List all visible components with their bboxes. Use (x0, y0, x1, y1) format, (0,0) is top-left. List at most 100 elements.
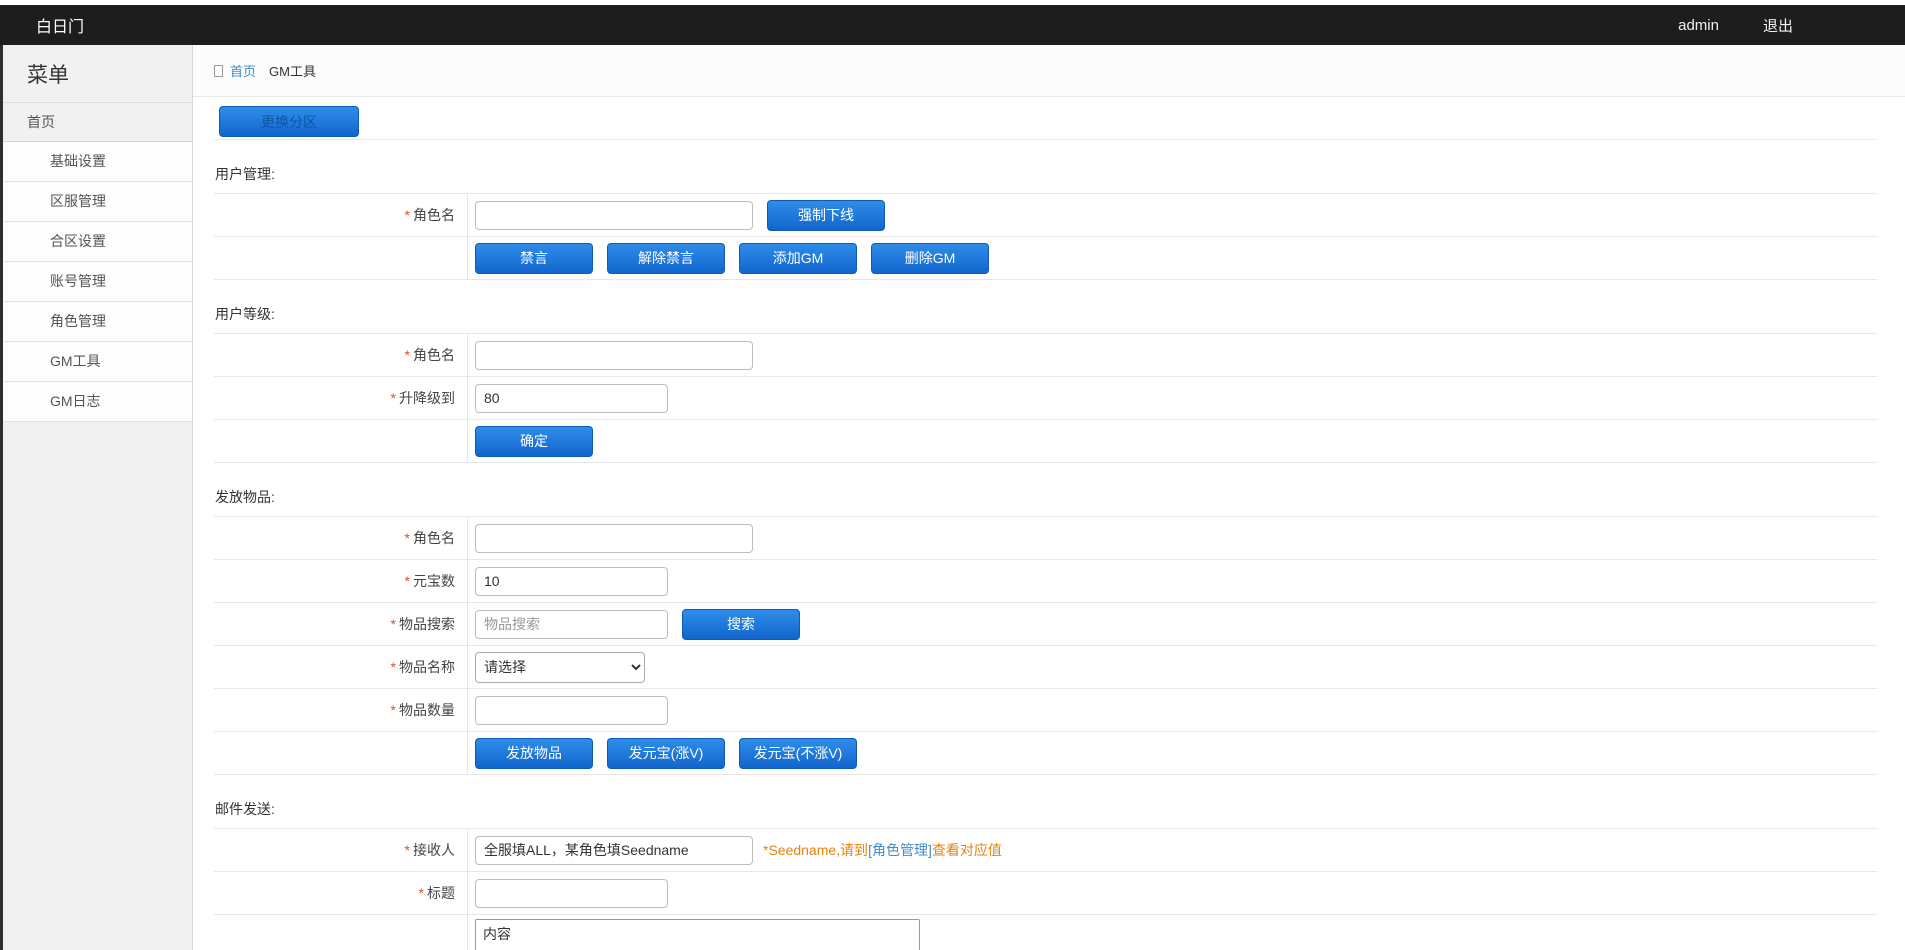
sidebar-items: 基础设置区服管理合区设置账号管理角色管理GM工具GM日志 (3, 142, 192, 422)
form-row: *角色名 (214, 334, 1877, 377)
breadcrumb-current: GM工具 (269, 61, 316, 80)
sidebar-item-home[interactable]: 首页 (3, 102, 192, 142)
required-asterisk: * (405, 842, 410, 858)
sidebar-item-basic-settings[interactable]: 基础设置 (3, 142, 192, 182)
item-quantity-input[interactable] (475, 696, 668, 725)
seedname-hint: *Seedname,请到[角色管理]查看对应值 (763, 840, 1002, 860)
topbar: 白日门 admin 退出 (0, 5, 1905, 45)
force-offline-button[interactable]: 强制下线 (767, 200, 885, 231)
section-title-mail-send: 邮件发送: (215, 799, 1877, 819)
section-user-management: 用户管理: *角色名 强制下线禁言解除禁言添加GM 删除GM (214, 164, 1877, 280)
mute-button[interactable]: 禁言 (475, 243, 593, 274)
required-asterisk: * (405, 207, 410, 223)
field-content (468, 689, 1877, 731)
content-area: 更换分区 用户管理: *角色名 强制下线禁言解除禁言添加GM 删除GM 用户等级: *角色… (193, 97, 1905, 950)
field-label (214, 915, 468, 950)
field-label: *物品名称 (214, 646, 468, 688)
sidebar-item-account-management[interactable]: 账号管理 (3, 262, 192, 302)
form-row: *物品数量 (214, 689, 1877, 732)
field-content (468, 915, 1877, 950)
topbar-right: admin 退出 (1678, 15, 1905, 36)
field-content: *Seedname,请到[角色管理]查看对应值 (468, 829, 1877, 871)
required-asterisk: * (405, 530, 410, 546)
sidebar-item-merge-settings[interactable]: 合区设置 (3, 222, 192, 262)
mail-content-textarea[interactable] (475, 919, 920, 950)
form-row: *升降级到 (214, 377, 1877, 420)
add-gm-button[interactable]: 添加GM (739, 243, 857, 274)
form-row: *角色名 (214, 517, 1877, 560)
field-content: 搜索 (468, 603, 1877, 645)
section-title-user-level: 用户等级: (215, 304, 1877, 324)
sidebar-item-role-management[interactable]: 角色管理 (3, 302, 192, 342)
mail-recipient-input[interactable] (475, 836, 753, 865)
field-label: *物品数量 (214, 689, 468, 731)
form-row: 发放物品发元宝(涨V) 发元宝(不涨V) (214, 732, 1877, 775)
required-asterisk: * (419, 885, 424, 901)
required-asterisk: * (391, 659, 396, 675)
field-content: 强制下线 (468, 194, 1877, 236)
field-content (468, 517, 1877, 559)
form-row: *角色名 强制下线 (214, 194, 1877, 237)
ban-role-name-input[interactable] (475, 201, 753, 230)
search-button[interactable]: 搜索 (682, 609, 800, 640)
field-label: *接收人 (214, 829, 468, 871)
field-content: 请选择 (468, 646, 1877, 688)
item-name-select[interactable]: 请选择 (475, 652, 645, 683)
field-label: *角色名 (214, 194, 468, 236)
toolbar: 更换分区 (214, 106, 1877, 140)
page: 白日门 admin 退出 菜单 首页 基础设置区服管理合区设置账号管理角色管理G… (0, 0, 1905, 950)
section-user-level: 用户等级: *角色名*升降级到确定 (214, 304, 1877, 463)
item-search-input[interactable] (475, 610, 668, 639)
sidebar-item-zone-management[interactable]: 区服管理 (3, 182, 192, 222)
target-level-input[interactable] (475, 384, 668, 413)
field-label: *角色名 (214, 334, 468, 376)
section-title-user-management: 用户管理: (215, 164, 1877, 184)
field-label: *角色名 (214, 517, 468, 559)
topbar-username[interactable]: admin (1678, 17, 1719, 34)
field-label (214, 237, 468, 279)
mail-title-input[interactable] (475, 879, 668, 908)
unmute-button[interactable]: 解除禁言 (607, 243, 725, 274)
delete-gm-button[interactable]: 删除GM (871, 243, 989, 274)
confirm-level-button[interactable]: 确定 (475, 426, 593, 457)
grant-yuanbao-novip-button[interactable]: 发元宝(不涨V) (739, 738, 857, 769)
field-content (468, 334, 1877, 376)
main-content: 首页 GM工具 更换分区 用户管理: *角色名 强制下线禁言解除禁言添加GM 删除GM… (193, 45, 1905, 950)
required-asterisk: * (391, 702, 396, 718)
field-content: 发放物品发元宝(涨V) 发元宝(不涨V) (468, 732, 1877, 774)
form-row: *标题 (214, 872, 1877, 915)
sidebar-item-gm-tools[interactable]: GM工具 (3, 342, 192, 382)
sidebar-title: 菜单 (3, 45, 192, 102)
form-row: *元宝数 (214, 560, 1877, 603)
form-sections: 用户管理:*角色名强制下线禁言解除禁言添加GM删除GM用户等级:*角色名*升降级… (214, 164, 1877, 950)
sidebar: 菜单 首页 基础设置区服管理合区设置账号管理角色管理GM工具GM日志 (0, 45, 193, 950)
level-role-name-input[interactable] (475, 341, 753, 370)
section-mail-send: 邮件发送: *接收人 *Seedname,请到[角色管理]查看对应值 *标题 (214, 799, 1877, 950)
required-asterisk: * (405, 347, 410, 363)
required-asterisk: * (405, 573, 410, 589)
item-role-name-input[interactable] (475, 524, 753, 553)
body-wrap: 菜单 首页 基础设置区服管理合区设置账号管理角色管理GM工具GM日志 首页 GM… (0, 45, 1905, 950)
form-row: *物品搜索搜索 (214, 603, 1877, 646)
field-label: *元宝数 (214, 560, 468, 602)
required-asterisk: * (391, 390, 396, 406)
grant-item-button[interactable]: 发放物品 (475, 738, 593, 769)
home-icon (214, 65, 223, 77)
logout-link[interactable]: 退出 (1763, 15, 1793, 36)
section-title-grant-items: 发放物品: (215, 487, 1877, 507)
change-zone-button[interactable]: 更换分区 (219, 106, 359, 137)
section-grant-items: 发放物品:*角色名*元宝数*物品搜索搜索*物品名称请选择*物品数量发放物品发元宝… (214, 487, 1877, 775)
form-row (214, 915, 1877, 950)
grant-yuanbao-vip-button[interactable]: 发元宝(涨V) (607, 738, 725, 769)
required-asterisk: * (391, 616, 396, 632)
field-content (468, 560, 1877, 602)
field-label: *标题 (214, 872, 468, 914)
sidebar-item-gm-logs[interactable]: GM日志 (3, 382, 192, 422)
brand-title: 白日门 (0, 13, 84, 37)
breadcrumb-home-link[interactable]: 首页 (230, 61, 256, 80)
field-label (214, 732, 468, 774)
yuanbao-amount-input[interactable] (475, 567, 668, 596)
field-content (468, 872, 1877, 914)
form-row: 确定 (214, 420, 1877, 463)
form-row: *物品名称请选择 (214, 646, 1877, 689)
